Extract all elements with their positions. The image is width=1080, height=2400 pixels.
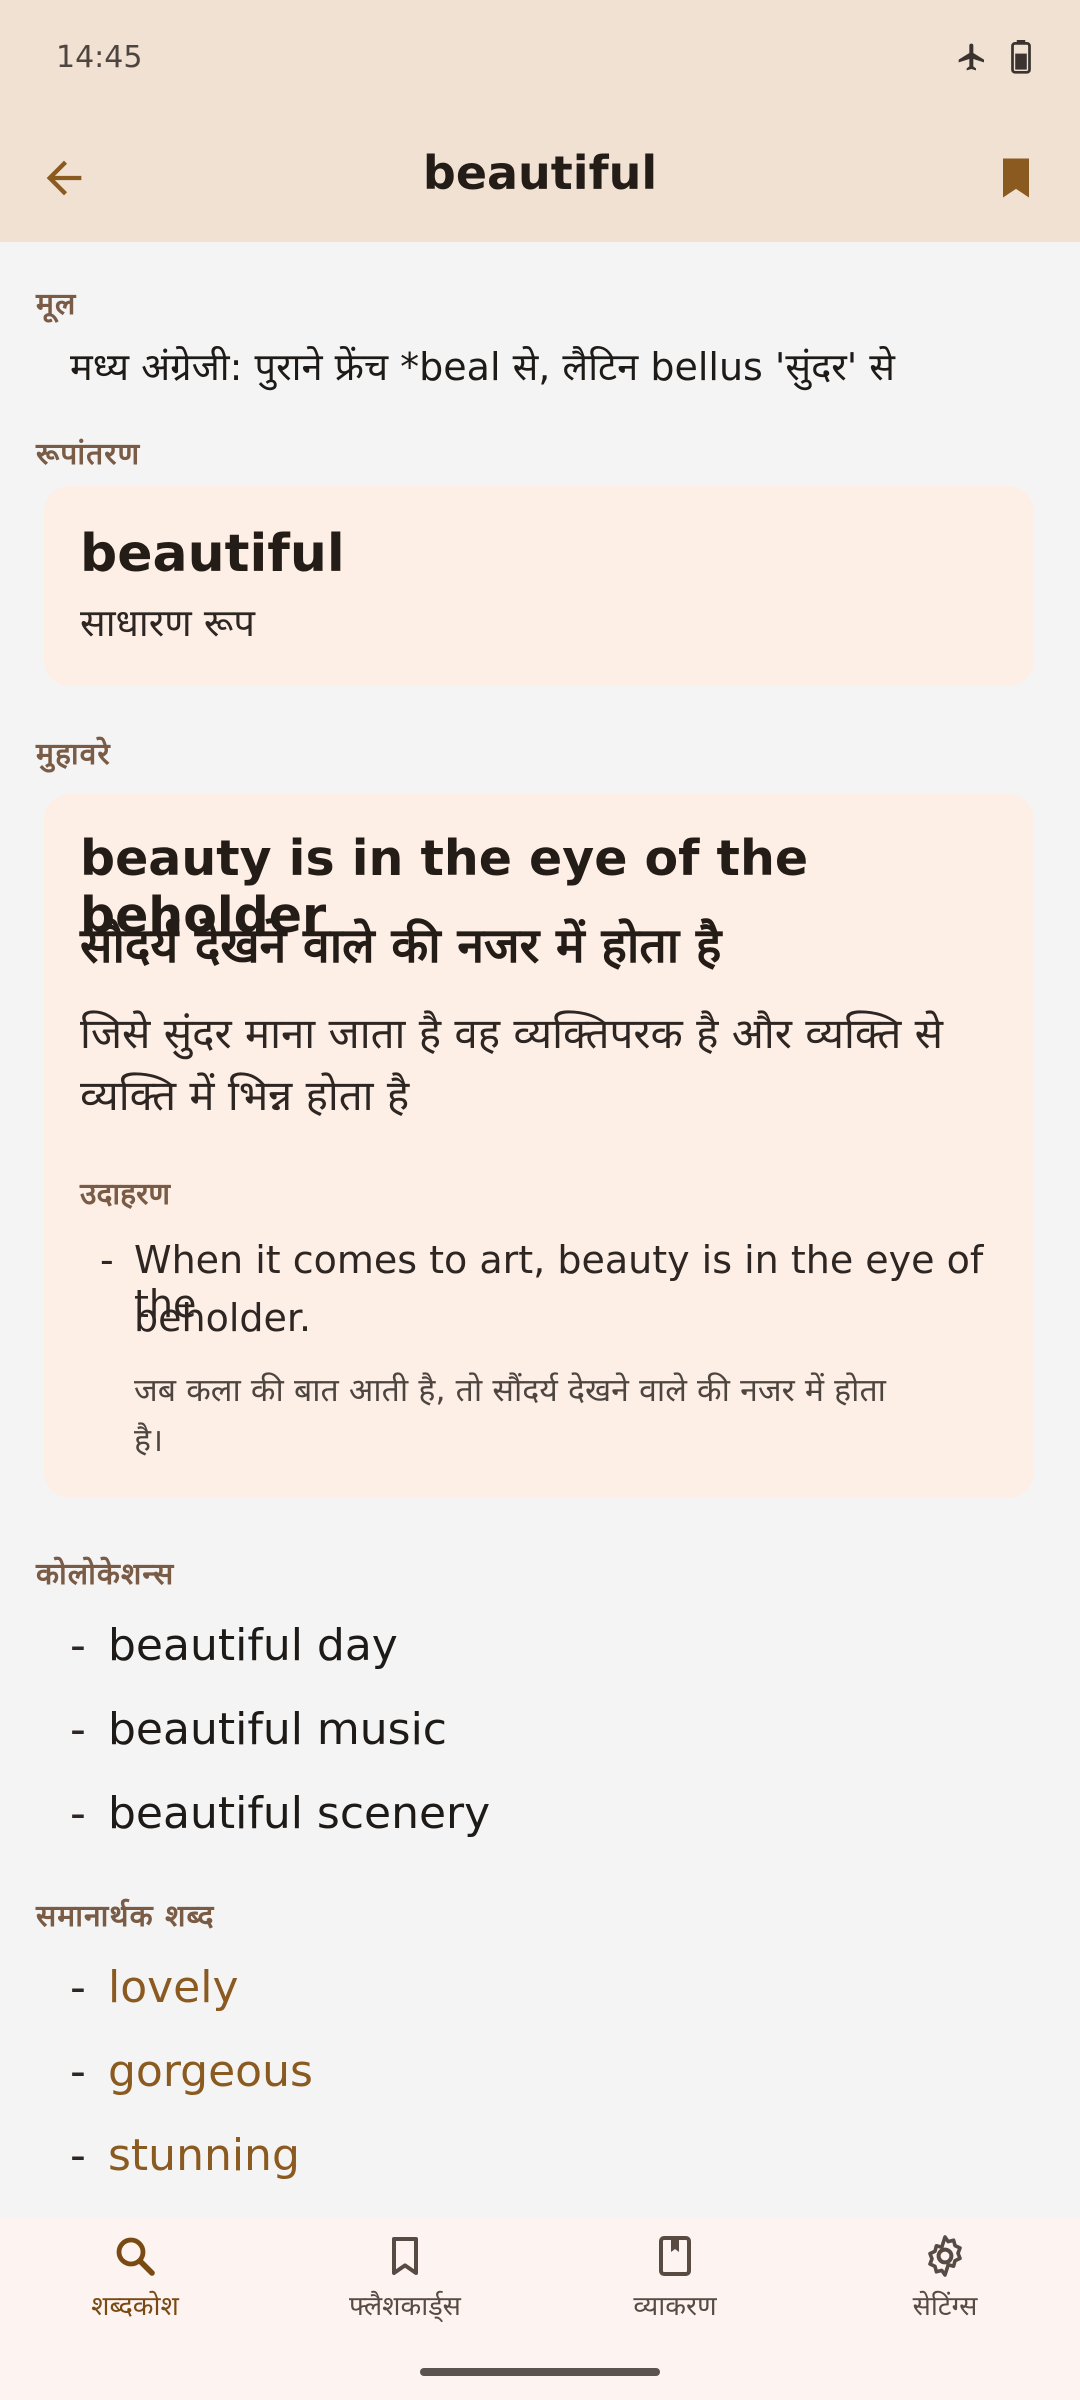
gear-icon [928,2235,962,2277]
nav-item-flashcards[interactable]: फ्लैशकार्ड्स [305,2232,505,2323]
battery-icon [1011,40,1031,74]
bookmark-filled-icon [1003,158,1029,198]
example-hi-line2: है। [134,1421,164,1459]
idiom-card: beauty is in the eye of the beholder सौं… [44,794,1034,1498]
status-icons [956,40,1032,74]
form-type: साधारण रूप [80,601,255,645]
section-label-idioms: मुहावरे [36,737,111,772]
idiom-translation: सौंदर्य देखने वाले की नजर में होता है [80,918,722,974]
airplane-icon [958,43,984,71]
synonym-link[interactable]: lovely [108,1962,239,2013]
list-item: - lovely [70,1962,239,2013]
synonym-link[interactable]: stunning [108,2130,300,2181]
origin-text: मध्य अंग्रेजी: पुराने फ्रेंच *beal से, ल… [70,345,896,389]
synonym-link[interactable]: gorgeous [108,2046,313,2097]
list-item: - gorgeous [70,2046,313,2097]
idiom-meaning-line1: जिसे सुंदर माना जाता है वह व्यक्तिपरक है… [80,1009,944,1058]
section-label-synonyms: समानार्थक शब्द [36,1899,215,1934]
forms-card: beautiful साधारण रूप [44,486,1034,686]
nav-item-dictionary[interactable]: शब्दकोश [35,2232,235,2323]
page-title: beautiful [422,146,658,200]
collocation-text: beautiful music [108,1704,448,1755]
list-item: - beautiful music [70,1704,448,1755]
section-label-collocations: कोलोकेशन्स [36,1557,175,1592]
example-dash: - [100,1238,114,1282]
example-en-line2: beholder. [134,1296,312,1340]
bookmark-outline-icon [392,2237,418,2275]
list-item: - stunning [70,2130,300,2181]
collocation-text: beautiful day [108,1620,398,1671]
book-icon [659,2236,691,2276]
example-label: उदाहरण [80,1177,171,1212]
app-bar: beautiful [0,116,1080,242]
nav-label: फ्लैशकार्ड्स [349,2291,461,2322]
form-word: beautiful [80,524,345,584]
nav-item-grammar[interactable]: व्याकरण [575,2232,775,2323]
list-item: - beautiful day [70,1620,398,1671]
nav-label: व्याकरण [633,2291,717,2322]
collocation-text: beautiful scenery [108,1788,491,1839]
nav-label: सेटिंग्स [912,2291,978,2322]
nav-label: शब्दकोश [91,2291,179,2322]
home-indicator[interactable] [420,2368,660,2376]
list-item: - beautiful scenery [70,1788,491,1839]
status-time: 14:45 [56,40,143,75]
example-hi-line1: जब कला की बात आती है, तो सौंदर्य देखने व… [134,1371,886,1409]
status-bar: 14:45 [0,0,1080,116]
bookmark-button[interactable] [990,152,1042,204]
section-label-forms: रूपांतरण [36,437,141,472]
nav-item-settings[interactable]: सेटिंग्स [845,2232,1045,2323]
section-label-origin: मूल [36,287,77,322]
search-icon [116,2237,155,2276]
idiom-meaning-line2: व्यक्ति में भिन्न होता है [80,1071,410,1120]
